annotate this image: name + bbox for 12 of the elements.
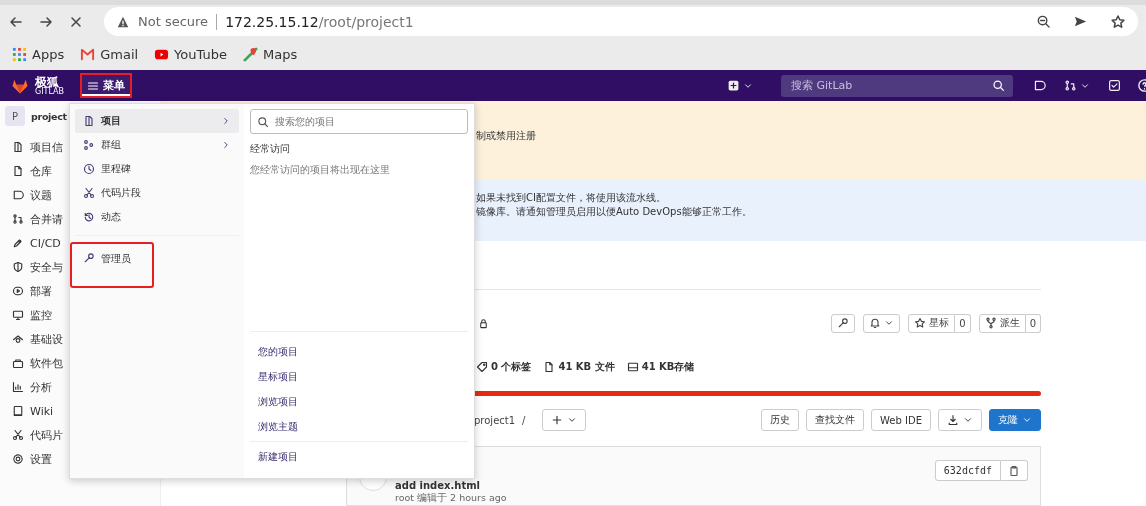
- banner-text: 如果未找到CI配置文件，将使用该流水线。: [476, 191, 667, 206]
- section-title: 经常访问: [250, 142, 291, 156]
- breadcrumb-separator: /: [522, 414, 526, 426]
- empty-message: 您经常访问的项目将出现在这里: [250, 163, 391, 177]
- commit-meta: root 编辑于 2 hours ago: [395, 492, 507, 504]
- url-text: 172.25.15.12/root/project1: [225, 13, 414, 30]
- security-label: Not secure: [138, 14, 209, 29]
- logo-text: 极狐: [35, 75, 59, 88]
- banner-text: 镜像库。请通知管理员启用以便Auto DevOps能够正常工作。: [476, 205, 753, 220]
- logo-subtext: GITLAB: [35, 87, 65, 96]
- banner-text: 制或禁用注册: [476, 129, 537, 143]
- project-avatar: P: [5, 106, 25, 126]
